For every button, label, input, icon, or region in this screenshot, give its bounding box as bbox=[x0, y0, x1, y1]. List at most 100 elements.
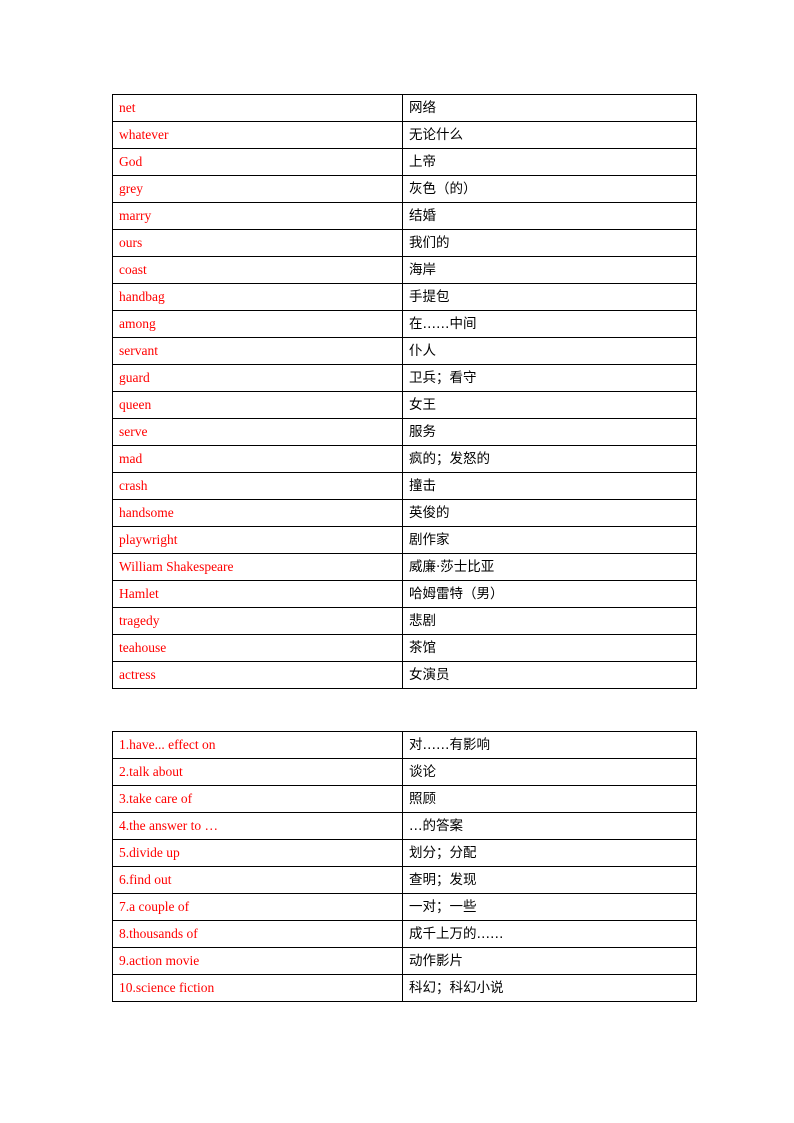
phrase-row-chinese-cell: 成千上万的…… bbox=[402, 920, 697, 948]
phrase-row-chinese-cell: 谈论 bbox=[402, 758, 697, 786]
phrase-row-chinese-cell: 对……有影响 bbox=[402, 731, 697, 759]
phrase-row-english-cell: 5.divide up bbox=[112, 839, 403, 867]
word-row-chinese-cell: 撞击 bbox=[402, 472, 697, 500]
phrase-row-english-cell: 3.take care of bbox=[112, 785, 403, 813]
phrase-row-chinese-cell: 一对；一些 bbox=[402, 893, 697, 921]
word-row-chinese-cell: 茶馆 bbox=[402, 634, 697, 662]
word-row: serve 服务 bbox=[112, 418, 697, 446]
word-row-english-cell: whatever bbox=[112, 121, 403, 149]
vocabulary-phrases-table: 1.have... effect on 对……有影响 2.talk about 谈论 3… bbox=[112, 731, 697, 1002]
word-row-english-cell: Hamlet bbox=[112, 580, 403, 608]
word-row-chinese-cell: 在……中间 bbox=[402, 310, 697, 338]
word-row-chinese-cell: 结婚 bbox=[402, 202, 697, 230]
phrase-row: 2.talk about 谈论 bbox=[112, 758, 697, 786]
word-row-chinese-cell: 悲剧 bbox=[402, 607, 697, 635]
word-row-chinese-cell: 仆人 bbox=[402, 337, 697, 365]
phrase-row: 4.the answer to … …的答案 bbox=[112, 812, 697, 840]
word-row-chinese-cell: 服务 bbox=[402, 418, 697, 446]
word-row-english-cell: teahouse bbox=[112, 634, 403, 662]
word-row-chinese-cell: 威廉·莎士比亚 bbox=[402, 553, 697, 581]
word-row-chinese-cell: 女王 bbox=[402, 391, 697, 419]
word-row-english-cell: ours bbox=[112, 229, 403, 257]
phrase-row-english-cell: 10.science fiction bbox=[112, 974, 403, 1002]
word-row-english-cell: actress bbox=[112, 661, 403, 689]
word-row: coast 海岸 bbox=[112, 256, 697, 284]
word-row-chinese-cell: 卫兵；看守 bbox=[402, 364, 697, 392]
word-row-chinese-cell: 疯的；发怒的 bbox=[402, 445, 697, 473]
word-row: grey 灰色（的） bbox=[112, 175, 697, 203]
word-row-english-cell: serve bbox=[112, 418, 403, 446]
word-row: guard 卫兵；看守 bbox=[112, 364, 697, 392]
word-row: whatever 无论什么 bbox=[112, 121, 697, 149]
word-row: playwright 剧作家 bbox=[112, 526, 697, 554]
word-row-chinese-cell: 网络 bbox=[402, 94, 697, 122]
word-row: ours 我们的 bbox=[112, 229, 697, 257]
word-row: tragedy 悲剧 bbox=[112, 607, 697, 635]
word-row: mad 疯的；发怒的 bbox=[112, 445, 697, 473]
vocabulary-words-table-body: net 网络 whatever 无论什么 God 上帝 grey 灰色（的） marry 结婚 ou… bbox=[112, 94, 697, 689]
word-row-chinese-cell: 手提包 bbox=[402, 283, 697, 311]
word-row: among 在……中间 bbox=[112, 310, 697, 338]
word-row-chinese-cell: 英俊的 bbox=[402, 499, 697, 527]
word-row-english-cell: servant bbox=[112, 337, 403, 365]
word-row: servant 仆人 bbox=[112, 337, 697, 365]
phrase-row-chinese-cell: 科幻；科幻小说 bbox=[402, 974, 697, 1002]
word-row-english-cell: among bbox=[112, 310, 403, 338]
phrase-row-english-cell: 1.have... effect on bbox=[112, 731, 403, 759]
word-row-chinese-cell: 无论什么 bbox=[402, 121, 697, 149]
word-row-english-cell: handbag bbox=[112, 283, 403, 311]
word-row-english-cell: William Shakespeare bbox=[112, 553, 403, 581]
word-row: net 网络 bbox=[112, 94, 697, 122]
word-row-english-cell: coast bbox=[112, 256, 403, 284]
word-row-chinese-cell: 哈姆雷特（男） bbox=[402, 580, 697, 608]
word-row-chinese-cell: 女演员 bbox=[402, 661, 697, 689]
word-row: marry 结婚 bbox=[112, 202, 697, 230]
word-row-english-cell: tragedy bbox=[112, 607, 403, 635]
word-row: teahouse 茶馆 bbox=[112, 634, 697, 662]
phrase-row: 6.find out 查明；发现 bbox=[112, 866, 697, 894]
word-row: handsome 英俊的 bbox=[112, 499, 697, 527]
phrase-row: 7.a couple of 一对；一些 bbox=[112, 893, 697, 921]
word-row-english-cell: queen bbox=[112, 391, 403, 419]
phrase-row: 1.have... effect on 对……有影响 bbox=[112, 731, 697, 759]
word-row-english-cell: playwright bbox=[112, 526, 403, 554]
word-row: God 上帝 bbox=[112, 148, 697, 176]
word-row-english-cell: God bbox=[112, 148, 403, 176]
word-row-chinese-cell: 剧作家 bbox=[402, 526, 697, 554]
word-row-english-cell: net bbox=[112, 94, 403, 122]
phrase-row-english-cell: 6.find out bbox=[112, 866, 403, 894]
word-row-english-cell: guard bbox=[112, 364, 403, 392]
phrase-row-chinese-cell: 划分；分配 bbox=[402, 839, 697, 867]
word-row: William Shakespeare 威廉·莎士比亚 bbox=[112, 553, 697, 581]
word-row-chinese-cell: 我们的 bbox=[402, 229, 697, 257]
phrase-row-chinese-cell: 动作影片 bbox=[402, 947, 697, 975]
phrase-row: 5.divide up 划分；分配 bbox=[112, 839, 697, 867]
word-row-english-cell: crash bbox=[112, 472, 403, 500]
word-row: crash 撞击 bbox=[112, 472, 697, 500]
phrase-row: 3.take care of 照顾 bbox=[112, 785, 697, 813]
word-row: queen 女王 bbox=[112, 391, 697, 419]
phrase-row: 9.action movie 动作影片 bbox=[112, 947, 697, 975]
vocabulary-words-table: net 网络 whatever 无论什么 God 上帝 grey 灰色（的） marry 结婚 ou… bbox=[112, 94, 697, 689]
word-row-english-cell: marry bbox=[112, 202, 403, 230]
phrase-row-english-cell: 4.the answer to … bbox=[112, 812, 403, 840]
phrase-row-chinese-cell: 照顾 bbox=[402, 785, 697, 813]
word-row-chinese-cell: 灰色（的） bbox=[402, 175, 697, 203]
word-row-english-cell: handsome bbox=[112, 499, 403, 527]
word-row: Hamlet 哈姆雷特（男） bbox=[112, 580, 697, 608]
word-row: actress 女演员 bbox=[112, 661, 697, 689]
word-row-english-cell: mad bbox=[112, 445, 403, 473]
phrase-row-english-cell: 7.a couple of bbox=[112, 893, 403, 921]
phrase-row: 10.science fiction 科幻；科幻小说 bbox=[112, 974, 697, 1002]
phrase-row-english-cell: 8.thousands of bbox=[112, 920, 403, 948]
document-page: net 网络 whatever 无论什么 God 上帝 grey 灰色（的） marry 结婚 ou… bbox=[0, 0, 794, 1123]
word-row-english-cell: grey bbox=[112, 175, 403, 203]
word-row: handbag 手提包 bbox=[112, 283, 697, 311]
phrase-row: 8.thousands of 成千上万的…… bbox=[112, 920, 697, 948]
word-row-chinese-cell: 上帝 bbox=[402, 148, 697, 176]
phrase-row-english-cell: 2.talk about bbox=[112, 758, 403, 786]
phrase-row-chinese-cell: 查明；发现 bbox=[402, 866, 697, 894]
word-row-chinese-cell: 海岸 bbox=[402, 256, 697, 284]
phrase-row-chinese-cell: …的答案 bbox=[402, 812, 697, 840]
vocabulary-phrases-table-body: 1.have... effect on 对……有影响 2.talk about 谈论 3… bbox=[112, 731, 697, 1002]
